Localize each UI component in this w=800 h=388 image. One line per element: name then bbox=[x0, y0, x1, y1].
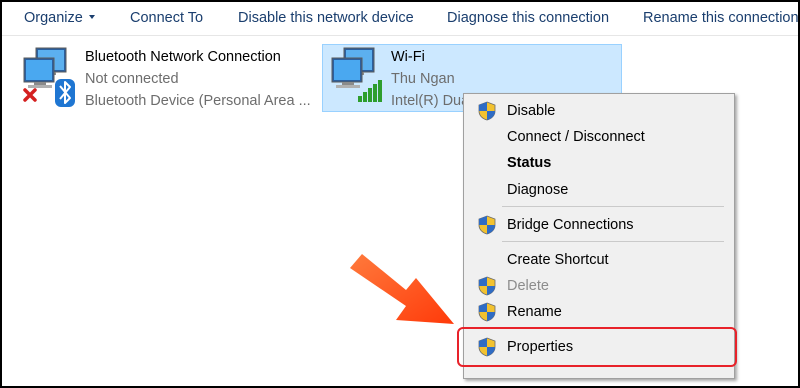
rename-connection-button[interactable]: Rename this connection bbox=[643, 10, 798, 26]
diagnose-connection-button[interactable]: Diagnose this connection bbox=[447, 10, 609, 26]
network-connections-window: Organize Connect To Disable this network… bbox=[0, 0, 800, 388]
command-bar: Organize Connect To Disable this network… bbox=[2, 2, 798, 36]
menu-item-label: Disable bbox=[507, 103, 556, 119]
menu-separator bbox=[502, 241, 724, 242]
menu-item-connect-disconnect[interactable]: Connect / Disconnect bbox=[467, 126, 731, 148]
menu-item-label: Connect / Disconnect bbox=[507, 129, 645, 145]
adapter-status: Not connected bbox=[85, 71, 179, 87]
adapter-status: Thu Ngan bbox=[391, 71, 455, 87]
menu-item-label: Delete bbox=[507, 278, 549, 294]
menu-item-label: Bridge Connections bbox=[507, 217, 634, 233]
pointer-arrow-annotation bbox=[350, 254, 454, 324]
menu-item-label: Create Shortcut bbox=[507, 252, 609, 268]
wifi-network-icon bbox=[331, 47, 382, 102]
adapter-bluetooth[interactable]: Bluetooth Network Connection Not connect… bbox=[20, 44, 311, 114]
uac-shield-icon bbox=[478, 276, 496, 296]
menu-item-delete[interactable]: Delete bbox=[467, 275, 731, 297]
menu-item-diagnose[interactable]: Diagnose bbox=[467, 179, 731, 201]
disable-device-button[interactable]: Disable this network device bbox=[238, 10, 414, 26]
menu-item-label: Diagnose bbox=[507, 182, 569, 198]
menu-item-label: Status bbox=[507, 155, 552, 171]
uac-shield-icon bbox=[478, 101, 496, 121]
properties-highlight-box bbox=[457, 327, 737, 367]
uac-shield-icon bbox=[478, 302, 496, 322]
adapter-name: Bluetooth Network Connection bbox=[85, 49, 281, 65]
menu-item-label: Rename bbox=[507, 304, 562, 320]
menu-item-bridge-connections[interactable]: Bridge Connections bbox=[467, 214, 731, 236]
connect-to-button[interactable]: Connect To bbox=[130, 10, 203, 26]
menu-item-create-shortcut[interactable]: Create Shortcut bbox=[467, 249, 731, 271]
uac-shield-icon bbox=[478, 215, 496, 235]
organize-label: Organize bbox=[24, 10, 83, 26]
organize-menu-button[interactable]: Organize bbox=[24, 10, 95, 26]
menu-separator bbox=[502, 206, 724, 207]
adapter-name: Wi-Fi bbox=[391, 49, 425, 65]
menu-item-disable[interactable]: Disable bbox=[467, 100, 731, 122]
bluetooth-network-icon bbox=[23, 47, 75, 107]
chevron-down-icon bbox=[88, 15, 95, 19]
menu-item-rename[interactable]: Rename bbox=[467, 301, 731, 323]
menu-item-status[interactable]: Status bbox=[467, 152, 731, 174]
adapter-device: Bluetooth Device (Personal Area ... bbox=[85, 93, 311, 109]
